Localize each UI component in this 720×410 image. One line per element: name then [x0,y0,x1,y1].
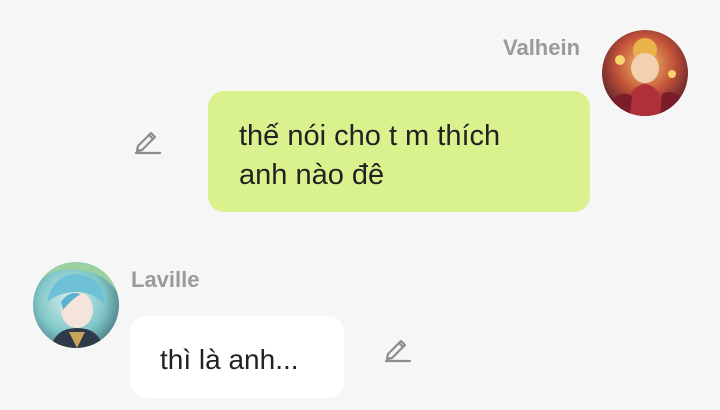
valhein-avatar-image [602,30,688,116]
laville-avatar[interactable] [33,262,119,348]
outgoing-message-bubble[interactable]: thế nói cho t m thích anh nào đê [208,91,590,212]
message-line: anh nào đê [239,159,385,191]
incoming-message-bubble[interactable]: thì là anh... [130,316,344,398]
pencil-icon [134,131,162,155]
pencil-icon [384,339,412,363]
laville-avatar-image [33,262,119,348]
sender-name-laville: Laville [131,267,200,292]
edit-icon[interactable] [132,124,164,156]
edit-icon[interactable] [382,332,414,364]
message-line: thế nói cho t m thích [239,120,501,152]
sender-name-valhein: Valhein [503,35,581,60]
valhein-avatar[interactable] [602,30,688,116]
message-text: thì là anh... [160,344,299,375]
